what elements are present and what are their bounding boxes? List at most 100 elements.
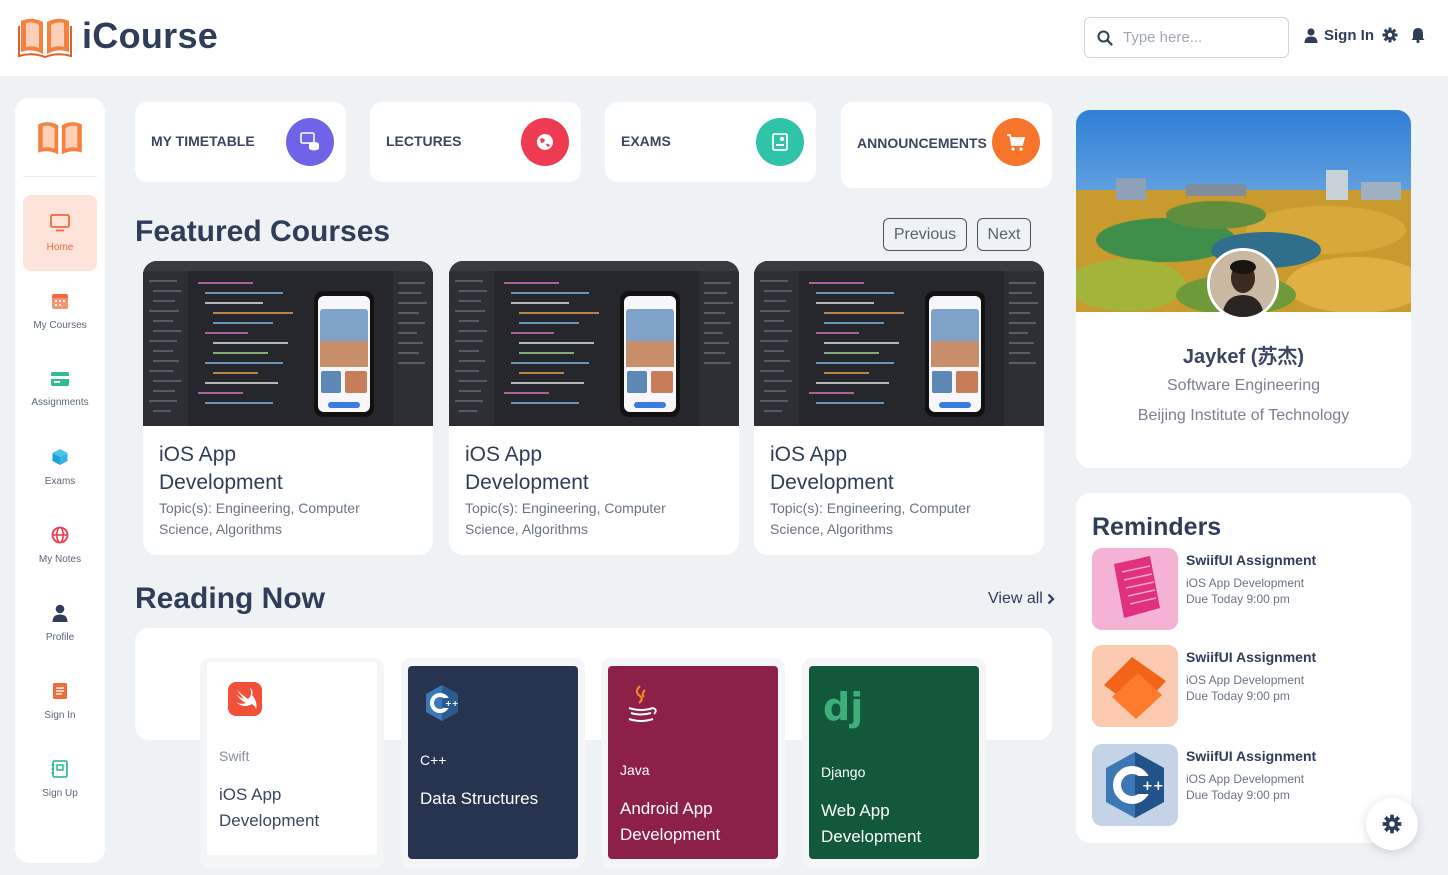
course-card[interactable]: iOS App Development Topic(s): Engineerin… — [449, 261, 739, 555]
user-icon — [1304, 28, 1318, 43]
brand[interactable]: iCourse — [18, 14, 218, 58]
sidebar-item-my-notes[interactable]: My Notes — [23, 507, 97, 583]
book-title: Android App Development — [620, 799, 721, 844]
sidebar-item-label: Assignments — [31, 396, 89, 408]
previous-button[interactable]: Previous — [883, 218, 967, 251]
bell-icon[interactable] — [1411, 27, 1425, 43]
quick-card-announcements[interactable]: ANNOUNCEMENTS — [841, 102, 1052, 188]
book-title: iOS App Development — [219, 785, 320, 830]
next-button[interactable]: Next — [977, 218, 1031, 251]
book-card[interactable]: Swift iOS App Development — [207, 662, 377, 855]
book-language: Swift — [219, 748, 250, 764]
quick-card-label: LECTURES — [386, 133, 462, 149]
reminder-due: Due Today 9:00 pm — [1186, 592, 1290, 606]
reminder-due: Due Today 9:00 pm — [1186, 689, 1290, 703]
reminder-item[interactable]: ++ SwiifUI Assignment iOS App Developmen… — [1092, 744, 1392, 828]
book-title: Web App Development — [821, 801, 922, 846]
avatar — [1207, 248, 1279, 320]
sidebar-item-exams[interactable]: Exams — [23, 429, 97, 505]
chevron-right-icon — [1047, 593, 1055, 605]
course-topics: Topic(s): Engineering, Computer Science,… — [770, 500, 971, 537]
book-logo-icon — [38, 122, 82, 155]
brand-name: iCourse — [82, 15, 219, 56]
quick-card-timetable[interactable]: MY TIMETABLE — [135, 102, 346, 182]
course-title: iOS App Development — [159, 443, 283, 494]
settings-fab[interactable] — [1366, 798, 1418, 850]
course-title: iOS App Development — [465, 443, 589, 494]
search-input[interactable] — [1123, 29, 1273, 46]
cart-icon — [992, 118, 1040, 166]
sidebar-item-label: Sign Up — [42, 787, 78, 799]
globe-icon — [51, 526, 69, 543]
search-box[interactable] — [1084, 17, 1289, 58]
cpp-icon: ++ — [1092, 744, 1178, 826]
reminder-title: SwiifUI Assignment — [1186, 649, 1317, 665]
reminder-due: Due Today 9:00 pm — [1186, 788, 1290, 802]
sign-in-label: Sign In — [1324, 27, 1374, 44]
course-topics: Topic(s): Engineering, Computer Science,… — [465, 500, 666, 537]
cube-icon — [52, 448, 68, 465]
quick-card-lectures[interactable]: LECTURES — [370, 102, 581, 182]
reminder-item[interactable]: SwiifUI Assignment iOS App Development D… — [1092, 645, 1392, 729]
profile-school: Beijing Institute of Technology — [1137, 407, 1350, 424]
course-title: iOS App Development — [770, 443, 894, 494]
book-language: C++ — [420, 752, 447, 768]
svg-text:++: ++ — [1142, 779, 1164, 794]
view-all-link[interactable]: View all — [988, 590, 1055, 608]
reminder-title: SwiifUI Assignment — [1186, 552, 1317, 568]
gear-icon[interactable] — [1382, 27, 1398, 43]
reminder-course: iOS App Development — [1186, 576, 1305, 590]
note-icon — [1092, 548, 1178, 630]
sidebar-item-label: My Courses — [33, 319, 87, 331]
globe-icon — [521, 118, 569, 166]
reminder-course: iOS App Development — [1186, 673, 1305, 687]
sidebar-item-label: Exams — [44, 475, 76, 487]
sign-in-link[interactable]: Sign In — [1304, 27, 1374, 44]
java-icon — [628, 685, 657, 722]
reading-title: Reading Now — [135, 582, 326, 615]
papers-icon — [1092, 645, 1178, 727]
book-language: Django — [821, 764, 866, 780]
quick-card-label: EXAMS — [621, 133, 671, 149]
book-card[interactable]: Java Android App Development — [608, 666, 778, 859]
quick-card-exams[interactable]: EXAMS — [605, 102, 816, 182]
user-icon — [52, 604, 68, 622]
sidebar-item-assignments[interactable]: Assignments — [23, 351, 97, 427]
profile-major: Software Engineering — [1167, 377, 1320, 394]
reminder-item[interactable]: SwiifUI Assignment iOS App Development D… — [1092, 548, 1392, 632]
calendar-icon — [52, 293, 68, 309]
reminder-title: SwiifUI Assignment — [1186, 748, 1317, 764]
reminders-title: Reminders — [1092, 513, 1222, 541]
divider — [23, 176, 97, 177]
card-icon — [51, 371, 69, 386]
course-card[interactable]: iOS App Development Topic(s): Engineerin… — [754, 261, 1044, 555]
course-thumbnail — [143, 261, 433, 426]
course-thumbnail — [754, 261, 1044, 426]
sidebar-item-sign-up[interactable]: Sign Up — [23, 741, 97, 817]
database-icon — [286, 118, 334, 166]
quick-card-label: MY TIMETABLE — [151, 133, 255, 149]
profile-card: Jaykef (苏杰) Software Engineering Beijing… — [1076, 110, 1411, 468]
course-thumbnail — [449, 261, 739, 426]
sidebar-item-profile[interactable]: Profile — [23, 585, 97, 661]
search-icon — [1097, 30, 1113, 46]
sidebar-item-label: Home — [46, 241, 74, 253]
svg-text:dj: dj — [823, 686, 863, 729]
sidebar-item-my-courses[interactable]: My Courses — [23, 273, 97, 349]
django-icon: dj — [823, 686, 863, 729]
sidebar-item-sign-in[interactable]: Sign In — [23, 663, 97, 739]
reminders-panel: Reminders SwiifUI Assignment iOS App Dev… — [1076, 493, 1411, 843]
sidebar-item-home[interactable]: Home — [23, 195, 97, 271]
book-card[interactable]: ++ C++ Data Structures — [408, 666, 578, 859]
swift-icon — [228, 682, 262, 716]
sidebar-item-label: Profile — [45, 631, 75, 643]
svg-text:++: ++ — [445, 699, 458, 708]
course-card[interactable]: iOS App Development Topic(s): Engineerin… — [143, 261, 433, 555]
book-card[interactable]: dj Django Web App Development — [809, 666, 979, 859]
book-title: Data Structures — [420, 789, 539, 808]
quick-card-label: ANNOUNCEMENTS — [857, 135, 987, 151]
notebook-icon — [51, 759, 68, 778]
cpp-icon: ++ — [426, 685, 458, 721]
featured-title: Featured Courses — [135, 215, 391, 248]
course-topics: Topic(s): Engineering, Computer Science,… — [159, 500, 360, 537]
